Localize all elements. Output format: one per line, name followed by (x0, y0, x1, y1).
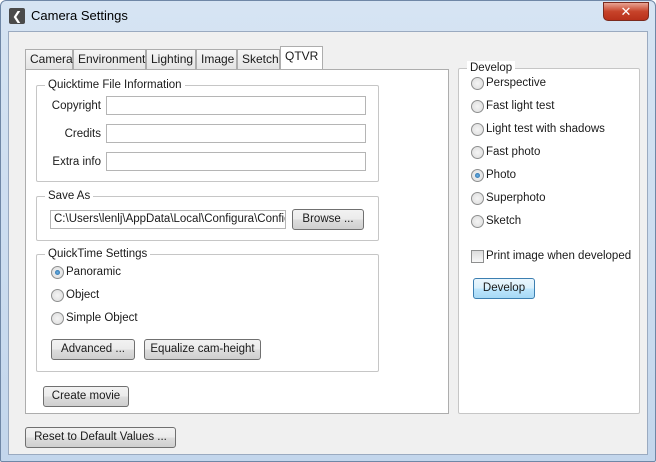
advanced-button[interactable]: Advanced ... (51, 339, 135, 360)
radio-icon (471, 146, 484, 159)
create-movie-button[interactable]: Create movie (43, 386, 129, 407)
file-info-group: Quicktime File Information Copyright Cre… (36, 78, 379, 182)
equalize-cam-height-button[interactable]: Equalize cam-height (144, 339, 261, 360)
panoramic-label: Panoramic (66, 266, 121, 278)
file-info-legend: Quicktime File Information (45, 78, 185, 92)
radio-icon (471, 77, 484, 90)
radio-icon (51, 289, 64, 302)
tab-sketch[interactable]: Sketch (237, 49, 280, 69)
reset-defaults-button[interactable]: Reset to Default Values ... (25, 427, 176, 448)
develop-option-label: Fast light test (486, 100, 555, 112)
save-as-group: Save As C:\Users\lenlj\AppData\Local\Con… (36, 189, 379, 241)
simple-object-label: Simple Object (66, 312, 138, 324)
develop-option-label: Superphoto (486, 192, 546, 204)
quicktime-settings-group: QuickTime Settings Panoramic Object Simp… (36, 247, 379, 372)
tab-environment[interactable]: Environment (73, 49, 146, 69)
credits-label: Credits (64, 128, 101, 140)
radio-icon (471, 123, 484, 136)
quicktime-settings-legend: QuickTime Settings (45, 247, 151, 261)
radio-selected-icon (51, 266, 64, 279)
object-label: Object (66, 289, 100, 301)
close-button[interactable]: ✕ (603, 2, 649, 21)
browse-button[interactable]: Browse ... (292, 209, 364, 230)
radio-icon (51, 312, 64, 325)
develop-option-label: Light test with shadows (486, 123, 605, 135)
develop-option-label: Photo (486, 169, 517, 181)
develop-group: Develop Perspective Fast light test Ligh… (458, 61, 640, 414)
develop-option-label: Fast photo (486, 146, 541, 158)
save-as-legend: Save As (45, 189, 94, 203)
develop-option-label: Sketch (486, 215, 522, 227)
copyright-label: Copyright (51, 100, 101, 112)
checkbox-icon (471, 250, 484, 263)
radio-icon (471, 215, 484, 228)
title-bar[interactable]: ❮ Camera Settings ✕ (1, 1, 655, 31)
develop-legend: Develop (467, 61, 516, 75)
dialog-body: Camera Environment Lighting Image Sketch… (8, 31, 648, 455)
window-title: Camera Settings (31, 8, 128, 23)
credits-field[interactable] (106, 124, 366, 143)
print-when-developed-label: Print image when developed (486, 250, 632, 262)
develop-button[interactable]: Develop (473, 278, 535, 299)
radio-selected-icon (471, 169, 484, 182)
copyright-field[interactable] (106, 96, 366, 115)
tab-qtvr[interactable]: QTVR (280, 46, 323, 69)
tab-camera[interactable]: Camera (25, 49, 73, 69)
radio-icon (471, 192, 484, 205)
save-path-field[interactable]: C:\Users\lenlj\AppData\Local\Configura\C… (50, 210, 286, 229)
radio-icon (471, 100, 484, 113)
tab-image[interactable]: Image (196, 49, 237, 69)
develop-option-label: Perspective (486, 77, 547, 89)
camera-settings-window: ❮ Camera Settings ✕ Camera Environment L… (0, 0, 656, 462)
qtvr-tab-panel: Quicktime File Information Copyright Cre… (25, 69, 449, 414)
extra-info-field[interactable] (106, 152, 366, 171)
tab-lighting[interactable]: Lighting (146, 49, 196, 69)
extra-info-label: Extra info (52, 156, 101, 168)
back-arrow-icon: ❮ (9, 8, 25, 24)
